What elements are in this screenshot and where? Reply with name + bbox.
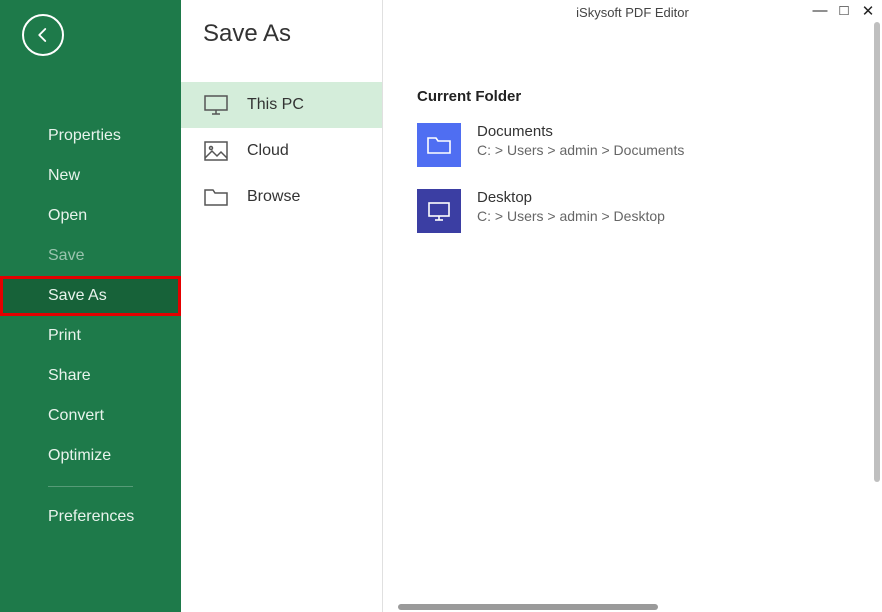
chevron-left-icon	[34, 26, 52, 44]
sidebar-item-preferences[interactable]: Preferences	[0, 497, 181, 537]
folder-entry-desktop[interactable]: Desktop C: > Users > admin > Desktop	[417, 189, 850, 233]
location-cloud[interactable]: Cloud	[181, 128, 382, 174]
horizontal-scrollbar[interactable]	[398, 604, 658, 610]
current-folder-heading: Current Folder	[417, 88, 850, 105]
sidebar-item-optimize[interactable]: Optimize	[0, 436, 181, 476]
window-title: iSkysoft PDF Editor	[383, 0, 882, 24]
sidebar-item-label: Save As	[48, 287, 107, 304]
folder-text: Documents C: > Users > admin > Documents	[477, 123, 684, 167]
location-label: Browse	[247, 188, 300, 206]
location-label: This PC	[247, 96, 304, 114]
desktop-tile-icon	[417, 189, 461, 233]
sidebar-item-open[interactable]: Open	[0, 196, 181, 236]
location-this-pc[interactable]: This PC	[181, 82, 382, 128]
active-indicator-icon	[181, 288, 189, 304]
picture-icon	[203, 140, 229, 162]
sidebar-item-properties[interactable]: Properties	[0, 116, 181, 156]
location-browse[interactable]: Browse	[181, 174, 382, 220]
monitor-icon	[203, 94, 229, 116]
sidebar-divider	[48, 486, 133, 487]
folder-entry-documents[interactable]: Documents C: > Users > admin > Documents	[417, 123, 850, 167]
folder-icon	[203, 186, 229, 208]
vertical-scrollbar[interactable]	[874, 22, 880, 482]
sidebar-item-share[interactable]: Share	[0, 356, 181, 396]
folder-path: C: > Users > admin > Desktop	[477, 208, 665, 224]
save-as-locations-panel: Save As This PC Cloud Browse	[181, 0, 383, 612]
panel-title: Save As	[181, 20, 382, 48]
maximize-button[interactable]: □	[836, 2, 852, 20]
folder-name: Documents	[477, 123, 684, 140]
window-controls: — □ ✕	[812, 2, 876, 20]
folder-tile-icon	[417, 123, 461, 167]
sidebar-item-new[interactable]: New	[0, 156, 181, 196]
folder-name: Desktop	[477, 189, 665, 206]
folder-text: Desktop C: > Users > admin > Desktop	[477, 189, 665, 233]
sidebar-item-save[interactable]: Save	[0, 236, 181, 276]
sidebar-item-print[interactable]: Print	[0, 316, 181, 356]
sidebar-item-convert[interactable]: Convert	[0, 396, 181, 436]
sidebar-item-save-as[interactable]: Save As	[0, 276, 181, 316]
folder-content-area: iSkysoft PDF Editor — □ ✕ Current Folder…	[383, 0, 882, 612]
location-label: Cloud	[247, 142, 289, 160]
file-menu-sidebar: Properties New Open Save Save As Print S…	[0, 0, 181, 612]
close-button[interactable]: ✕	[860, 2, 876, 20]
minimize-button[interactable]: —	[812, 2, 828, 20]
back-button[interactable]	[22, 14, 64, 56]
folder-path: C: > Users > admin > Documents	[477, 142, 684, 158]
